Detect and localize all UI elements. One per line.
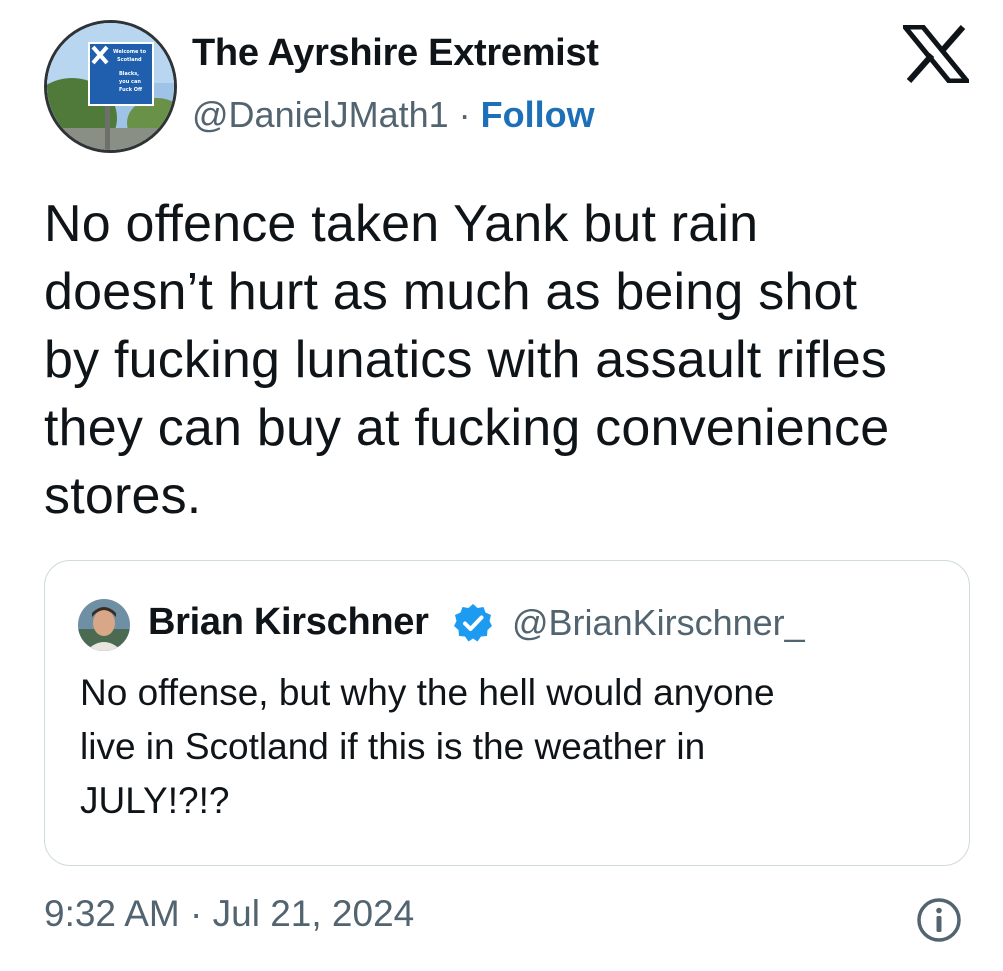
x-logo-icon[interactable] — [903, 25, 969, 83]
sign-line-1: Welcome to — [113, 49, 147, 55]
quoted-avatar-photo — [78, 599, 130, 651]
quoted-author-handle[interactable]: @BrianKirschner_ — [512, 602, 805, 644]
sign-line-2: Scotland — [117, 57, 142, 63]
tweet-text: No offence taken Yank but rain doesn’t h… — [44, 195, 890, 525]
author-handle[interactable]: @DanielJMath1 — [192, 94, 449, 135]
author-handle-row: @DanielJMath1 · Follow — [192, 94, 595, 136]
handle-separator: · — [448, 94, 481, 135]
verified-badge-icon — [454, 604, 492, 642]
sign-line-3: Blacks, — [119, 71, 139, 77]
quoted-author-avatar[interactable] — [78, 599, 130, 651]
quoted-tweet-card[interactable]: Brian Kirschner @BrianKirschner_ No offe… — [44, 560, 970, 866]
avatar-photo: Welcome to Scotland Blacks, you can Fuck… — [47, 23, 174, 150]
sign-line-5: Fuck Off — [119, 87, 143, 93]
sign-line-4: you can — [119, 79, 141, 85]
tweet-timestamp[interactable]: 9:32 AM · Jul 21, 2024 — [44, 893, 414, 935]
author-avatar[interactable]: Welcome to Scotland Blacks, you can Fuck… — [44, 20, 177, 153]
follow-button[interactable]: Follow — [481, 94, 595, 135]
quoted-author-name[interactable]: Brian Kirschner — [148, 601, 429, 644]
info-icon[interactable] — [915, 896, 963, 944]
quoted-tweet-text: No offense, but why the hell would anyon… — [80, 672, 775, 821]
author-name[interactable]: The Ayrshire Extremist — [192, 32, 599, 75]
